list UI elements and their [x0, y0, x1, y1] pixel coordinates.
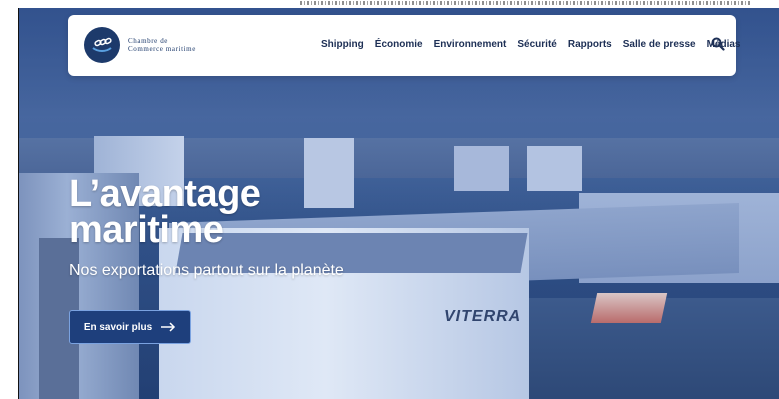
hero-headline: L’avantage maritime [69, 173, 261, 251]
viterra-sign: VITERRA [444, 308, 522, 325]
headline-line1: L’avantage [69, 173, 261, 215]
nav-item-securite[interactable]: Sécurité [517, 39, 556, 50]
search-icon[interactable] [711, 37, 725, 51]
page-top-strip [0, 0, 779, 8]
cta-label: En savoir plus [83, 321, 153, 333]
partial-text-strip [300, 1, 750, 5]
logo-line2: Commerce maritime [128, 45, 196, 53]
nav-item-salle-de-presse[interactable]: Salle de presse [623, 39, 696, 50]
chain-logo-icon[interactable] [84, 27, 120, 63]
nav-item-shipping[interactable]: Shipping [321, 39, 364, 50]
main-navbar: Chambre de Commerce maritime Shipping Éc… [68, 15, 740, 76]
logo-wordmark[interactable]: Chambre de Commerce maritime [128, 37, 196, 53]
primary-nav: Shipping Économie Environnement Sécurité… [321, 39, 740, 50]
headline-line2: maritime [69, 209, 224, 251]
hero-subtitle: Nos exportations partout sur la planète [69, 262, 344, 279]
nav-item-environnement[interactable]: Environnement [434, 39, 507, 50]
en-savoir-plus-button[interactable]: En savoir plus [69, 310, 191, 344]
nav-item-rapports[interactable]: Rapports [568, 39, 612, 50]
silo-tower [454, 146, 509, 191]
silo-tower [527, 146, 582, 191]
logo-line1: Chambre de [128, 37, 169, 45]
browser-viewport: VITERRA Chambre de Commerce maritime Shi… [18, 8, 779, 399]
silo-tower [304, 138, 354, 208]
cargo-ship [590, 293, 668, 323]
nav-item-economie[interactable]: Économie [375, 39, 423, 50]
arrow-right-icon [160, 322, 176, 332]
